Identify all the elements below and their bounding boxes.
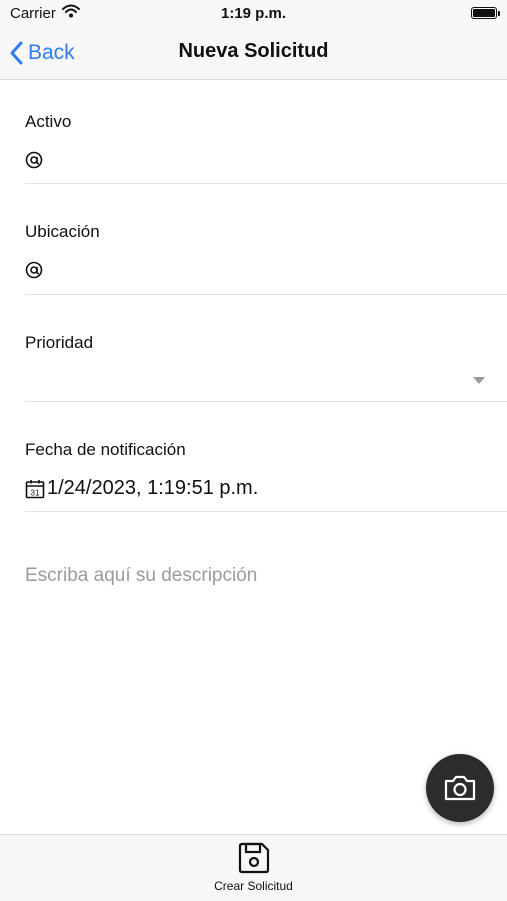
- dropdown-arrow-icon: [473, 377, 485, 384]
- at-sign-icon: [25, 261, 43, 284]
- bottom-toolbar: Crear Solicitud: [0, 834, 507, 901]
- page-title: Nueva Solicitud: [178, 40, 329, 62]
- description-input[interactable]: Escriba aquí su descripción: [25, 565, 257, 587]
- create-request-label: Crear Solicitud: [214, 879, 293, 893]
- create-request-button[interactable]: Crear Solicitud: [0, 841, 507, 893]
- status-time: 1:19 p.m.: [220, 5, 287, 22]
- save-icon: [238, 842, 269, 874]
- activo-field[interactable]: Activo: [25, 108, 507, 184]
- battery-icon: [471, 7, 497, 19]
- prioridad-select[interactable]: Prioridad: [25, 329, 507, 402]
- camera-icon: [444, 775, 476, 801]
- fecha-label: Fecha de notificación: [25, 440, 186, 459]
- ubicacion-label: Ubicación: [25, 222, 100, 241]
- camera-button[interactable]: [426, 754, 494, 822]
- battery-tip: [498, 11, 500, 16]
- status-bar: Carrier 1:19 p.m.: [0, 0, 507, 28]
- prioridad-label: Prioridad: [25, 333, 94, 352]
- calendar-icon: 31: [25, 479, 45, 504]
- fecha-field[interactable]: Fecha de notificación 31 1/24/2023, 1:19…: [25, 436, 507, 512]
- activo-label: Activo: [25, 112, 72, 131]
- at-sign-icon: [25, 151, 43, 174]
- navigation-bar: Back Nueva Solicitud: [0, 28, 507, 80]
- svg-text:31: 31: [31, 488, 40, 497]
- fecha-value: 1/24/2023, 1:19:51 p.m.: [47, 477, 259, 499]
- ubicacion-field[interactable]: Ubicación: [25, 218, 507, 295]
